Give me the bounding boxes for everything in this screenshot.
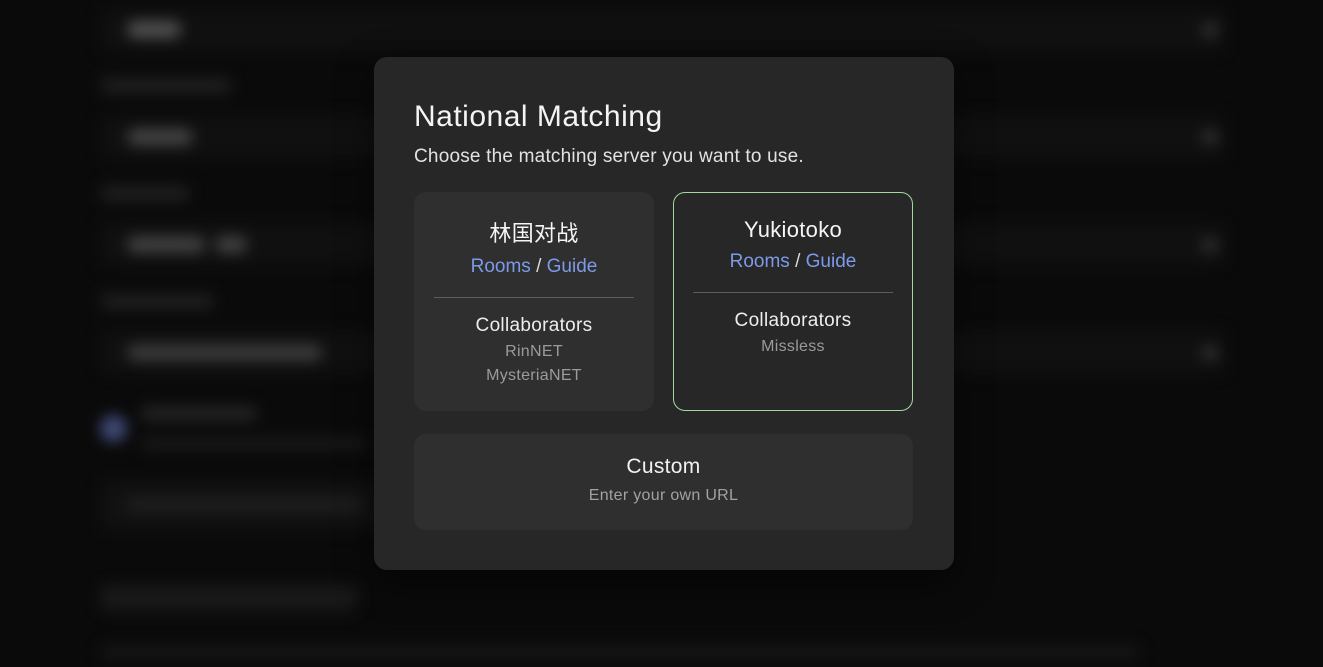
national-matching-modal: National Matching Choose the matching se…: [374, 57, 954, 570]
rooms-link[interactable]: Rooms: [471, 256, 531, 277]
rooms-link[interactable]: Rooms: [730, 251, 790, 272]
modal-title: National Matching: [414, 100, 663, 134]
server-card-linguo[interactable]: 林国对战 Rooms / Guide Collaborators RinNET …: [414, 192, 654, 411]
link-separator: /: [795, 251, 806, 272]
custom-server-card[interactable]: Custom Enter your own URL: [414, 434, 913, 530]
server-links: Rooms / Guide: [414, 256, 654, 278]
server-name: 林国对战: [414, 216, 654, 248]
link-separator: /: [536, 256, 547, 277]
server-name: Yukiotoko: [674, 217, 912, 243]
card-divider: [693, 292, 893, 293]
guide-link[interactable]: Guide: [547, 256, 598, 277]
collaborator: RinNET: [414, 343, 654, 361]
collaborator: MysteriaNET: [414, 367, 654, 385]
server-card-yukiotoko[interactable]: Yukiotoko Rooms / Guide Collaborators Mi…: [673, 192, 913, 411]
guide-link[interactable]: Guide: [806, 251, 857, 272]
server-options-row: 林国对战 Rooms / Guide Collaborators RinNET …: [414, 192, 913, 411]
custom-card-title: Custom: [414, 455, 913, 479]
custom-card-subtitle: Enter your own URL: [414, 487, 913, 505]
card-divider: [434, 297, 634, 298]
collaborator: Missless: [674, 338, 912, 356]
collaborators-label: Collaborators: [674, 310, 912, 332]
modal-subtitle: Choose the matching server you want to u…: [414, 146, 804, 168]
collaborators-label: Collaborators: [414, 315, 654, 337]
server-links: Rooms / Guide: [674, 251, 912, 273]
screen: National Matching Choose the matching se…: [0, 0, 1323, 667]
